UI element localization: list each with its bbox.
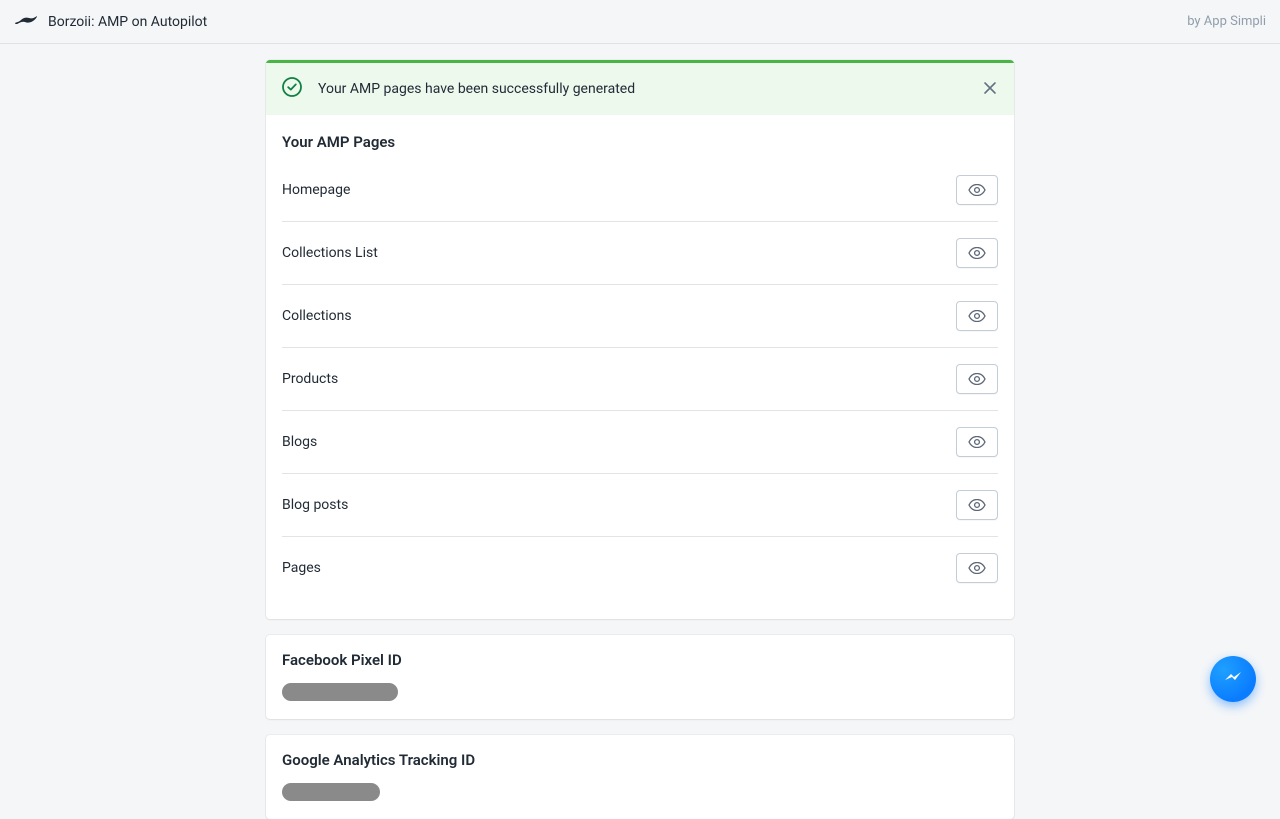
eye-icon — [968, 433, 986, 452]
by-company-label: by App Simpli — [1187, 14, 1266, 29]
eye-icon — [968, 307, 986, 326]
success-alert: Your AMP pages have been successfully ge… — [266, 60, 1014, 115]
row-label: Collections List — [282, 245, 378, 261]
row-label: Blogs — [282, 434, 317, 450]
google-analytics-card: Google Analytics Tracking ID — [266, 735, 1014, 819]
topbar: Borzoii: AMP on Autopilot by App Simpli — [0, 0, 1280, 44]
view-blogs-button[interactable] — [956, 427, 998, 457]
facebook-pixel-value-placeholder — [282, 683, 398, 701]
alert-close-button[interactable] — [976, 75, 1004, 103]
row-label: Pages — [282, 560, 321, 576]
facebook-pixel-title: Facebook Pixel ID — [282, 651, 998, 669]
row-collections: Collections — [282, 285, 998, 348]
view-blog-posts-button[interactable] — [956, 490, 998, 520]
close-icon — [983, 80, 997, 99]
amp-pages-rows: Homepage Collections List Collections — [266, 159, 1014, 619]
app-title: Borzoii: AMP on Autopilot — [48, 14, 207, 30]
row-pages: Pages — [282, 537, 998, 599]
row-products: Products — [282, 348, 998, 411]
messenger-chat-button[interactable] — [1210, 656, 1256, 702]
check-circle-icon — [282, 77, 302, 101]
topbar-left: Borzoii: AMP on Autopilot — [14, 12, 207, 31]
eye-icon — [968, 496, 986, 515]
row-blogs: Blogs — [282, 411, 998, 474]
eye-icon — [968, 370, 986, 389]
view-pages-button[interactable] — [956, 553, 998, 583]
messenger-icon — [1220, 664, 1246, 694]
row-homepage: Homepage — [282, 159, 998, 222]
row-label: Blog posts — [282, 497, 348, 513]
row-label: Collections — [282, 308, 352, 324]
alert-message: Your AMP pages have been successfully ge… — [318, 81, 635, 97]
eye-icon — [968, 181, 986, 200]
borzoi-logo-icon — [14, 12, 38, 31]
google-analytics-title: Google Analytics Tracking ID — [282, 751, 998, 769]
view-collections-list-button[interactable] — [956, 238, 998, 268]
row-blog-posts: Blog posts — [282, 474, 998, 537]
row-collections-list: Collections List — [282, 222, 998, 285]
facebook-pixel-card: Facebook Pixel ID — [266, 635, 1014, 719]
eye-icon — [968, 244, 986, 263]
amp-pages-card: Your AMP pages have been successfully ge… — [266, 60, 1014, 619]
row-label: Products — [282, 371, 338, 387]
eye-icon — [968, 559, 986, 578]
google-analytics-value-placeholder — [282, 783, 380, 801]
content-area: Your AMP pages have been successfully ge… — [0, 44, 1280, 819]
view-collections-button[interactable] — [956, 301, 998, 331]
main-column: Your AMP pages have been successfully ge… — [266, 60, 1014, 819]
row-label: Homepage — [282, 182, 350, 198]
amp-pages-title: Your AMP Pages — [266, 115, 1014, 159]
view-products-button[interactable] — [956, 364, 998, 394]
view-homepage-button[interactable] — [956, 175, 998, 205]
